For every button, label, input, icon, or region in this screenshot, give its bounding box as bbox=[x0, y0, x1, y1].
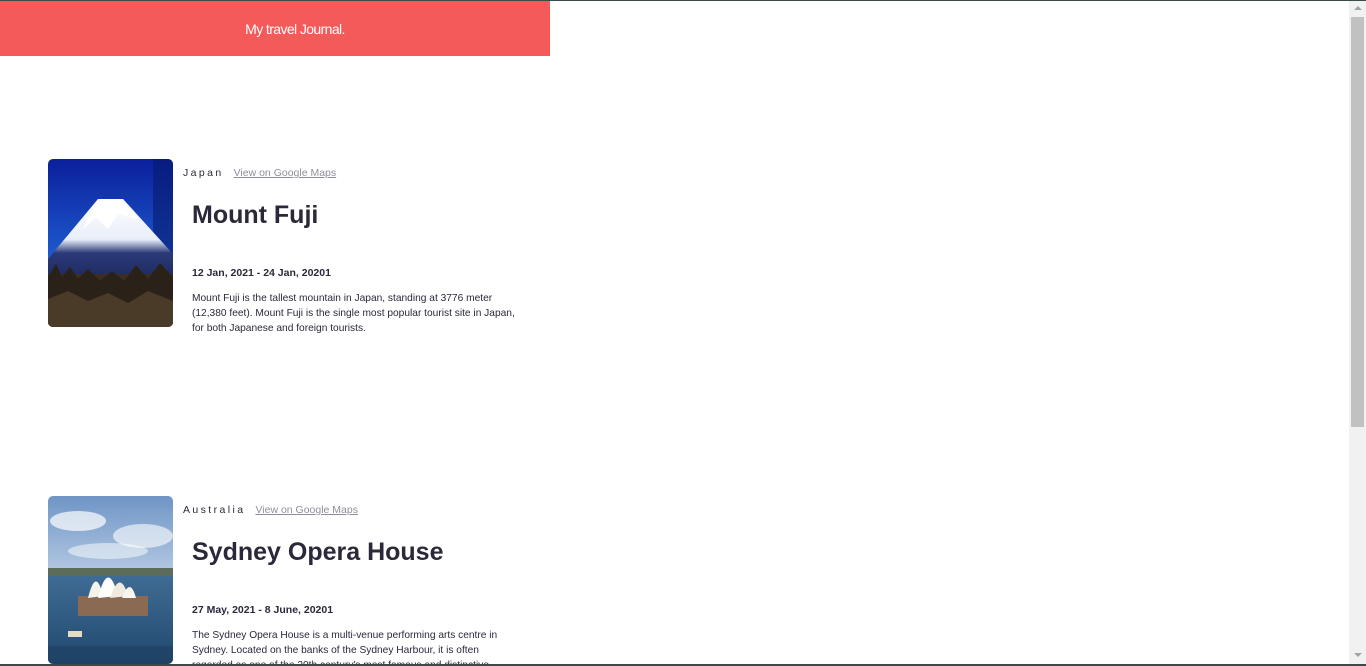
navbar-title: My travel Journal. bbox=[245, 20, 345, 37]
entry-dates: 12 Jan, 2021 - 24 Jan, 20201 bbox=[192, 267, 331, 279]
entry-dates: 27 May, 2021 - 8 June, 20201 bbox=[192, 604, 334, 616]
entry-location: Japan View on Google Maps bbox=[183, 167, 336, 179]
scrollbar-thumb[interactable] bbox=[1351, 17, 1364, 427]
entry-description: Mount Fuji is the tallest mountain in Ja… bbox=[192, 293, 515, 334]
entry-photo-sydney-opera-house bbox=[48, 496, 173, 664]
entry-title: Mount Fuji bbox=[192, 201, 319, 229]
entry-photo-mount-fuji bbox=[48, 159, 173, 327]
scroll-up-arrow-icon[interactable] bbox=[1354, 6, 1362, 10]
entry-country: Australia bbox=[183, 504, 246, 516]
view-on-google-maps-link[interactable]: View on Google Maps bbox=[234, 167, 337, 179]
scroll-down-arrow-icon[interactable] bbox=[1354, 653, 1362, 657]
page-viewport: My travel Journal. Japan View on Google … bbox=[0, 1, 1349, 664]
sydney-opera-house-image bbox=[48, 496, 173, 664]
entry-title: Sydney Opera House bbox=[192, 538, 444, 566]
navbar: My travel Journal. bbox=[0, 1, 550, 56]
journal-entry-card: Australia View on Google Maps Sydney Ope… bbox=[48, 496, 528, 664]
vertical-scrollbar[interactable] bbox=[1349, 1, 1366, 664]
journal-entry-card: Japan View on Google Maps Mount Fuji 12 … bbox=[48, 159, 528, 334]
mount-fuji-image bbox=[48, 159, 173, 327]
entry-location: Australia View on Google Maps bbox=[183, 504, 358, 516]
entry-country: Japan bbox=[183, 167, 224, 179]
view-on-google-maps-link[interactable]: View on Google Maps bbox=[255, 504, 358, 516]
entry-description: The Sydney Opera House is a multi-venue … bbox=[192, 630, 498, 664]
